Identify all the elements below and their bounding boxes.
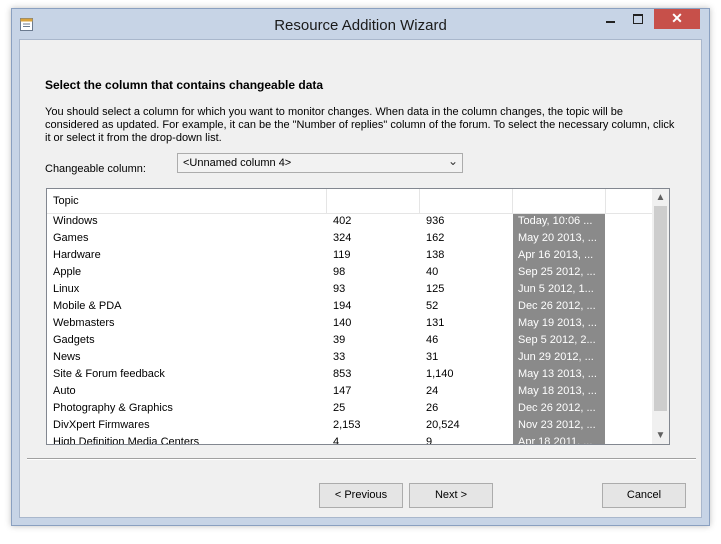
column-header-4[interactable] [513, 189, 606, 213]
cell-col4: Dec 26 2012, ... [513, 299, 605, 316]
scroll-down-icon[interactable]: ▼ [652, 427, 669, 444]
table-row[interactable]: Webmasters 140 131 May 19 2013, ... [47, 316, 653, 333]
footer-divider [27, 458, 696, 460]
cell-col2: 140 [333, 317, 352, 329]
column-header-2[interactable] [327, 189, 420, 213]
cell-col4: May 18 2013, ... [513, 384, 605, 401]
vertical-scrollbar[interactable]: ▲ ▼ [652, 189, 669, 444]
table-row[interactable]: Photography & Graphics 25 26 Dec 26 2012, .… [47, 401, 653, 418]
table-row[interactable]: High Definition Media Centers 4 9 Apr 18 20… [47, 435, 653, 445]
cell-col4: Apr 18 2011, ... [513, 435, 605, 444]
table-row[interactable]: DivXpert Firmwares 2,153 20,524 Nov 23 2012… [47, 418, 653, 435]
close-button[interactable]: ✕ [654, 9, 700, 29]
cell-col4: Jun 5 2012, 1... [513, 282, 605, 299]
cell-col3: 9 [426, 436, 433, 445]
table-row[interactable]: News 33 31 Jun 29 2012, ... [47, 350, 653, 367]
cell-col2: 119 [333, 249, 351, 261]
cell-col4: Today, 10:06 ... [513, 214, 605, 231]
cell-col3: 24 [426, 385, 439, 397]
cell-col2: 853 [333, 368, 352, 380]
cell-col4: Sep 5 2012, 2... [513, 333, 605, 350]
cell-col4: Apr 16 2013, ... [513, 248, 605, 265]
cell-col2: 33 [333, 351, 346, 363]
cell-col2: 2,153 [333, 419, 361, 431]
cell-col2: 147 [333, 385, 352, 397]
minimize-button[interactable] [598, 9, 624, 29]
cell-col4: May 20 2013, ... [513, 231, 605, 248]
cell-col2: 93 [333, 283, 346, 295]
list-header: Topic [47, 189, 653, 214]
changeable-column-value: <Unnamed column 4> [183, 157, 292, 169]
title-bar[interactable]: Resource Addition Wizard ✕ [12, 9, 709, 39]
cell-topic: DivXpert Firmwares [53, 419, 150, 431]
changeable-column-dropdown[interactable]: <Unnamed column 4> ⌄ [177, 153, 463, 173]
wizard-window: Resource Addition Wizard ✕ Select the co… [11, 8, 710, 526]
cell-topic: News [53, 351, 81, 363]
page-heading: Select the column that contains changeab… [45, 78, 324, 92]
cell-topic: Photography & Graphics [53, 402, 173, 414]
cell-topic: Gadgets [53, 334, 95, 346]
cell-col4: Sep 25 2012, ... [513, 265, 605, 282]
cell-topic: Hardware [53, 249, 101, 261]
wizard-page: Select the column that contains changeab… [19, 39, 702, 518]
column-header-3[interactable] [420, 189, 513, 213]
cell-col2: 98 [333, 266, 346, 278]
cell-topic: Auto [53, 385, 76, 397]
cell-topic: Apple [53, 266, 82, 278]
changeable-column-label: Changeable column: [45, 163, 146, 175]
cell-col2: 39 [333, 334, 346, 346]
cell-topic: High Definition Media Centers [53, 436, 200, 445]
cell-col4: Nov 23 2012, ... [513, 418, 605, 435]
table-row[interactable]: Gadgets 39 46 Sep 5 2012, 2... [47, 333, 653, 350]
cell-col2: 324 [333, 232, 352, 244]
cell-topic: Windows [53, 215, 98, 227]
cell-col3: 31 [426, 351, 439, 363]
cancel-button[interactable]: Cancel [602, 483, 686, 508]
cell-col3: 131 [426, 317, 445, 329]
cell-col3: 162 [426, 232, 445, 244]
table-row[interactable]: Hardware 119 138 Apr 16 2013, ... [47, 248, 653, 265]
scroll-thumb[interactable] [654, 206, 667, 411]
table-row[interactable]: Site & Forum feedback 853 1,140 May 13 2013… [47, 367, 653, 384]
cell-topic: Mobile & PDA [53, 300, 122, 312]
cell-col2: 4 [333, 436, 340, 445]
table-row[interactable]: Games 324 162 May 20 2013, ... [47, 231, 653, 248]
next-button[interactable]: Next > [409, 483, 493, 508]
cell-col3: 26 [426, 402, 439, 414]
cell-col3: 52 [426, 300, 439, 312]
cell-col3: 40 [426, 266, 439, 278]
column-header-topic[interactable]: Topic [47, 189, 327, 213]
cell-col2: 194 [333, 300, 352, 312]
cell-col3: 936 [426, 215, 445, 227]
cell-topic: Site & Forum feedback [53, 368, 165, 380]
cell-col3: 1,140 [426, 368, 454, 380]
cell-col4: Jun 29 2012, ... [513, 350, 605, 367]
cell-col3: 20,524 [426, 419, 460, 431]
cell-col2: 402 [333, 215, 352, 227]
cell-col3: 46 [426, 334, 439, 346]
cell-topic: Webmasters [53, 317, 115, 329]
table-row[interactable]: Windows 402 936 Today, 10:06 ... [47, 214, 653, 231]
cell-col2: 25 [333, 402, 346, 414]
cell-topic: Games [53, 232, 89, 244]
table-row[interactable]: Auto 147 24 May 18 2013, ... [47, 384, 653, 401]
table-row[interactable]: Apple 98 40 Sep 25 2012, ... [47, 265, 653, 282]
previous-button[interactable]: < Previous [319, 483, 403, 508]
maximize-button[interactable] [626, 9, 652, 29]
cell-col4: May 19 2013, ... [513, 316, 605, 333]
cell-topic: Linux [53, 283, 80, 295]
chevron-down-icon: ⌄ [447, 154, 458, 168]
column-list[interactable]: Topic Windows 402 936 Today, 10:06 ... Games… [46, 188, 670, 445]
cell-col3: 138 [426, 249, 445, 261]
cell-col4: Dec 26 2012, ... [513, 401, 605, 418]
close-icon: ✕ [671, 10, 683, 26]
table-row[interactable]: Mobile & PDA 194 52 Dec 26 2012, ... [47, 299, 653, 316]
cell-col4: May 13 2013, ... [513, 367, 605, 384]
cell-col3: 125 [426, 283, 445, 295]
table-row[interactable]: Linux 93 125 Jun 5 2012, 1... [47, 282, 653, 299]
scroll-up-icon[interactable]: ▲ [652, 189, 669, 206]
page-description: You should select a column for which you… [45, 106, 675, 144]
